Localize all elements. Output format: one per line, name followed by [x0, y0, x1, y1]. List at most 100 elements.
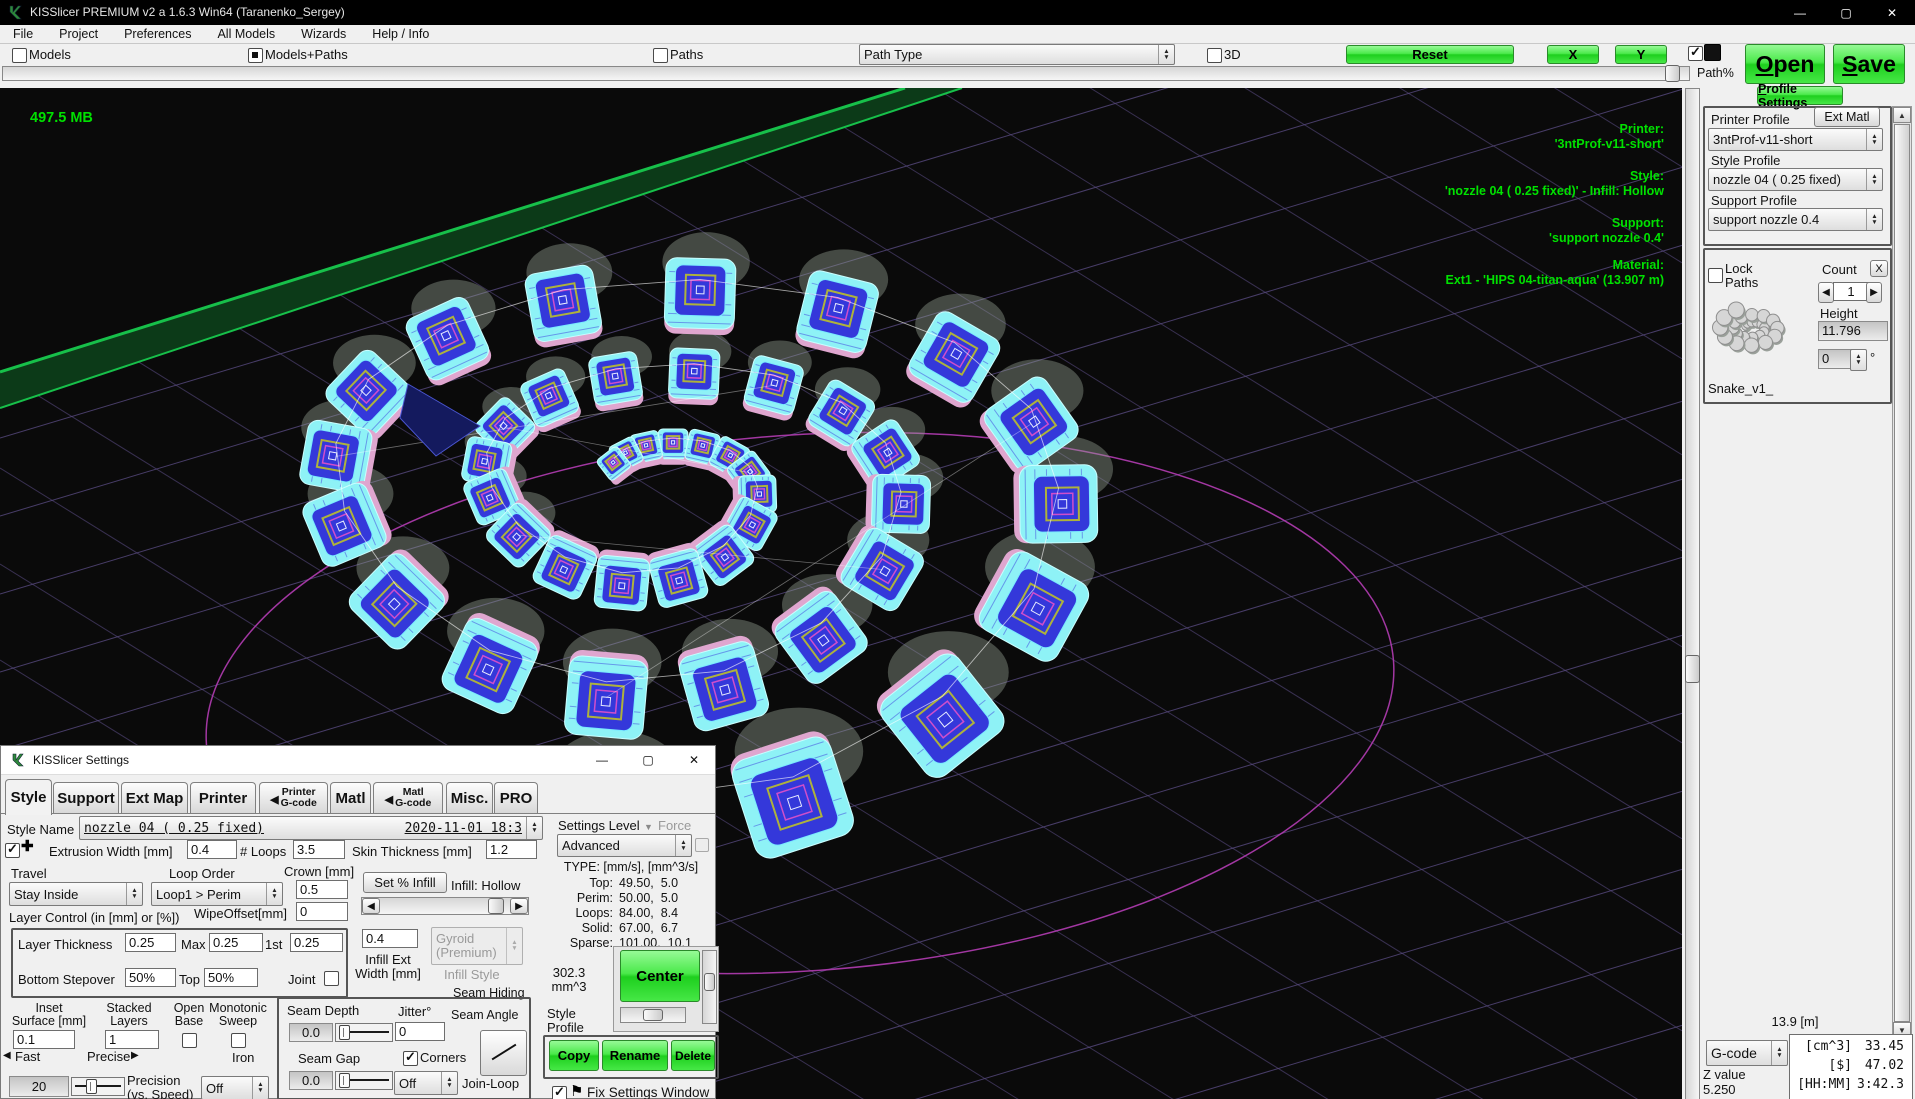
rename-button[interactable]: Rename	[602, 1040, 668, 1071]
count-decrement-icon[interactable]	[1818, 282, 1834, 303]
path-percent-slider-thumb[interactable]	[1665, 65, 1680, 82]
fix-settings-checkbox[interactable]	[552, 1086, 567, 1099]
reset-button[interactable]: Reset	[1346, 45, 1514, 64]
center-button[interactable]: Center	[620, 950, 700, 1002]
printer-profile-dropdown[interactable]: 3ntProf-v11-short	[1708, 128, 1883, 151]
tab-matl-g-code[interactable]: MatlG-code	[373, 782, 443, 813]
extrusion-width-field[interactable]: 0.4	[187, 840, 237, 859]
stacked-layers-field[interactable]: 1	[105, 1030, 159, 1049]
seam-depth-field[interactable]: 0.0	[289, 1023, 333, 1042]
seam-angle-button[interactable]	[480, 1030, 527, 1076]
position-h-scrollbar[interactable]	[620, 1007, 686, 1023]
infill-slider-thumb[interactable]	[488, 898, 504, 914]
menu-item-all-models[interactable]: All Models	[204, 27, 288, 41]
maximize-icon[interactable]	[1823, 0, 1869, 25]
layer-slider-thumb[interactable]	[1685, 655, 1700, 683]
infill-slider[interactable]	[361, 897, 529, 915]
count-increment-icon[interactable]	[1866, 282, 1882, 303]
gcode-dropdown[interactable]: G-code	[1706, 1040, 1788, 1066]
seam-gap-field[interactable]: 0.0	[289, 1071, 333, 1090]
tab-matl[interactable]: Matl	[330, 782, 371, 813]
position-v-scrollbar[interactable]	[702, 950, 717, 1024]
models-checkbox[interactable]	[12, 48, 27, 63]
save-button[interactable]: Save	[1833, 44, 1905, 84]
skin-thickness-field[interactable]: 1.2	[486, 840, 537, 859]
travel-dropdown[interactable]: Stay Inside	[9, 882, 143, 906]
rotation-spinner[interactable]	[1850, 349, 1867, 371]
menu-item-file[interactable]: File	[0, 27, 46, 41]
y-button[interactable]: Y	[1615, 45, 1667, 64]
style-profile-dropdown[interactable]: nozzle 04 ( 0.25 fixed)	[1708, 168, 1883, 191]
set-infill-button[interactable]: Set % Infill	[363, 872, 447, 893]
x-button[interactable]: X	[1547, 45, 1599, 64]
tab-support[interactable]: Support	[53, 782, 119, 813]
menu-item-wizards[interactable]: Wizards	[288, 27, 359, 41]
tab-ext-map[interactable]: Ext Map	[121, 782, 188, 813]
inset-surface-field[interactable]: 0.1	[13, 1030, 75, 1049]
maximize-icon[interactable]	[625, 746, 671, 774]
path-color-checkbox[interactable]	[1688, 46, 1703, 61]
path-type-dropdown[interactable]: Path Type	[859, 44, 1175, 65]
infill-slider-left-icon[interactable]	[362, 898, 380, 914]
position-v-thumb[interactable]	[704, 973, 715, 991]
seam-gap-slider[interactable]	[335, 1071, 393, 1090]
menu-item-project[interactable]: Project	[46, 27, 111, 41]
copy-button[interactable]: Copy	[549, 1040, 599, 1071]
precision-slider[interactable]	[71, 1077, 125, 1096]
seam-gap-slider-thumb[interactable]	[339, 1073, 350, 1088]
open-base-checkbox[interactable]	[182, 1033, 197, 1048]
num-loops-field[interactable]: 3.5	[293, 840, 345, 859]
top-field[interactable]: 50%	[204, 968, 258, 987]
crown-field[interactable]: 0.5	[296, 880, 348, 899]
corners-checkbox[interactable]	[403, 1051, 418, 1066]
settings-dialog-titlebar[interactable]: KISSlicer Settings	[1, 746, 715, 775]
seam-depth-slider-thumb[interactable]	[339, 1025, 350, 1040]
model-thumbnail[interactable]	[1708, 282, 1800, 378]
style-name-dropdown[interactable]: nozzle 04 ( 0.25 fixed) 2020-11-01 18:3	[79, 816, 543, 840]
seam-depth-slider[interactable]	[335, 1023, 393, 1042]
style-enable-checkbox[interactable]	[5, 843, 20, 858]
joint-checkbox[interactable]	[324, 971, 339, 986]
jitter-field[interactable]: 0	[395, 1022, 445, 1041]
first-field[interactable]: 0.25	[290, 933, 343, 952]
wipe-offset-field[interactable]: 0	[296, 902, 348, 921]
bottom-stepover-field[interactable]: 50%	[125, 968, 176, 987]
panel-scrollbar-thumb[interactable]	[1894, 124, 1910, 1022]
minimize-icon[interactable]	[579, 746, 625, 774]
lock-paths-checkbox[interactable]	[1708, 268, 1723, 283]
position-h-thumb[interactable]	[643, 1009, 663, 1021]
max-field[interactable]: 0.25	[209, 933, 263, 952]
infill-ext-width-field[interactable]: 0.4	[362, 929, 418, 948]
panel-scrollbar[interactable]: ▲ ▼	[1892, 106, 1912, 1039]
tab-misc[interactable]: Misc.	[446, 782, 493, 813]
tab-style[interactable]: Style	[5, 779, 52, 815]
settings-level-dropdown[interactable]: Advanced	[557, 834, 692, 857]
support-profile-dropdown[interactable]: support nozzle 0.4	[1708, 208, 1883, 231]
menu-item-preferences[interactable]: Preferences	[111, 27, 204, 41]
remove-model-button[interactable]: X	[1870, 260, 1888, 277]
layer-slider[interactable]	[1685, 88, 1700, 1099]
scroll-up-icon[interactable]: ▲	[1893, 107, 1911, 123]
precision-field[interactable]: 20	[9, 1076, 69, 1097]
settings-level-checkbox[interactable]	[695, 838, 709, 852]
infill-style-dropdown[interactable]: Gyroid(Premium)	[431, 927, 523, 965]
3d-checkbox[interactable]	[1207, 48, 1222, 63]
layer-thickness-field[interactable]: 0.25	[125, 933, 176, 952]
profile-settings-button[interactable]: Profile Settings	[1757, 86, 1843, 105]
close-icon[interactable]	[671, 746, 717, 774]
path-percent-slider[interactable]	[2, 66, 1690, 81]
minimize-icon[interactable]	[1777, 0, 1823, 25]
tab-pro[interactable]: PRO	[494, 782, 538, 813]
menu-item-help-info[interactable]: Help / Info	[359, 27, 442, 41]
path-color-swatch[interactable]	[1704, 44, 1721, 61]
iron-dropdown[interactable]: Off	[201, 1076, 269, 1099]
monotonic-sweep-checkbox[interactable]	[231, 1033, 246, 1048]
infill-slider-right-icon[interactable]	[510, 898, 528, 914]
open-button[interactable]: Open	[1745, 44, 1825, 84]
loop-order-dropdown[interactable]: Loop1 > Perim	[151, 882, 283, 906]
add-style-icon[interactable]	[21, 837, 34, 855]
count-field[interactable]: 1	[1833, 282, 1869, 301]
tab-printer[interactable]: Printer	[190, 782, 256, 813]
delete-button[interactable]: Delete	[671, 1040, 715, 1071]
models-paths-checkbox[interactable]	[248, 48, 263, 63]
